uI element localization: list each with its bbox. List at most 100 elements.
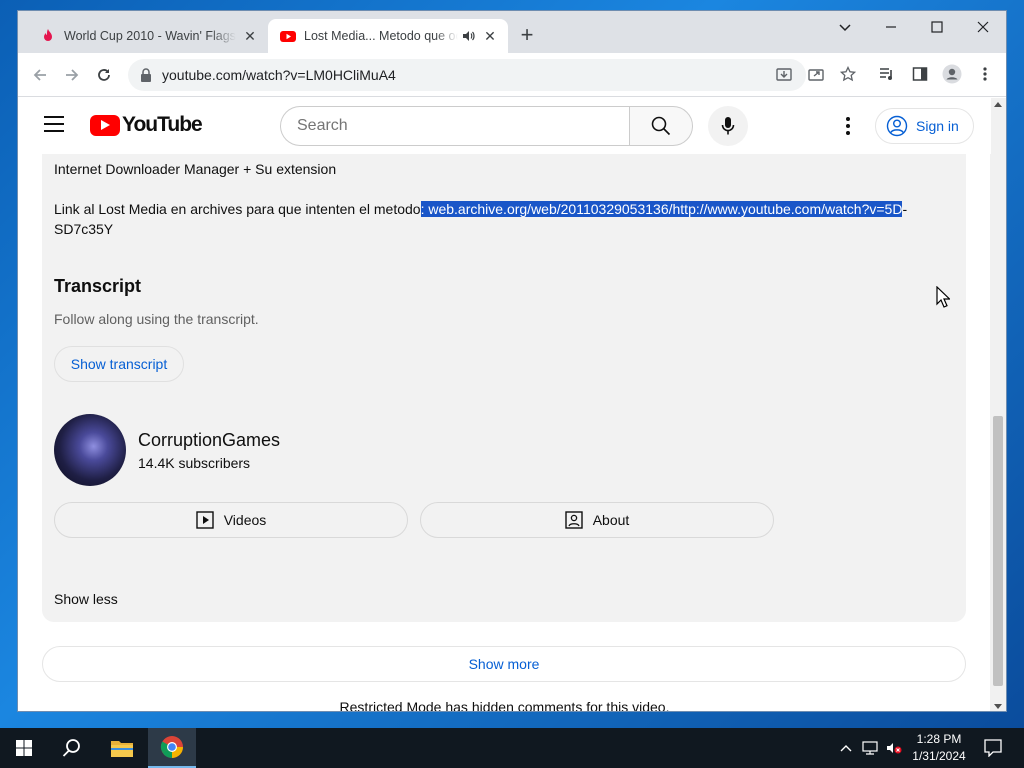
scroll-down-arrow[interactable] [994,704,1002,709]
search-icon [62,739,80,757]
bookmark-button[interactable] [837,63,859,85]
settings-menu-button[interactable] [836,114,860,138]
browser-window: World Cup 2010 - Wavin' Flags & ✕ Lost M… [17,10,1007,712]
media-control-button[interactable] [876,63,898,85]
youtube-icon [280,31,296,42]
fire-icon [44,29,52,41]
clock-time: 1:28 PM [916,732,962,746]
transcript-subtitle: Follow along using the transcript. [54,311,259,327]
sign-in-label: Sign in [916,118,959,134]
mouse-cursor-icon [936,286,950,308]
network-icon [862,741,878,755]
url-text: youtube.com/watch?v=LM0HCliMuA4 [162,67,396,83]
close-window-button[interactable] [960,11,1006,43]
youtube-play-icon [90,114,120,136]
page-content: YouTube Search Sign in Internet Download… [18,98,991,712]
description-line: Internet Downloader Manager + Su extensi… [54,161,337,177]
subscriber-count: 14.4K subscribers [138,455,251,471]
microphone-icon [721,117,735,135]
more-vert-icon [983,67,987,81]
reload-button[interactable] [92,63,116,87]
restricted-mode-notice: Restricted Mode has hidden comments for … [339,699,670,712]
search-placeholder: Search [297,117,348,134]
install-app-button[interactable] [773,63,795,85]
forward-button[interactable] [60,63,84,87]
videos-label: Videos [223,512,267,528]
voice-search-button[interactable] [708,106,748,146]
windows-taskbar: 1:28 PM 1/31/2024 [0,728,1024,768]
new-tab-button[interactable]: + [516,24,538,47]
tab-lost-media[interactable]: Lost Media... Metodo que oc ✕ [268,19,508,53]
about-label: About [592,512,630,528]
minimize-icon [886,26,896,28]
youtube-logo[interactable]: YouTube [90,113,203,137]
speaker-muted-icon [887,743,902,754]
tab-title: Lost Media... Metodo que oc [304,29,458,43]
start-button[interactable] [0,728,48,768]
maximize-icon [931,21,943,33]
windows-logo-icon [16,740,32,756]
profile-button[interactable] [941,63,963,85]
description-line: Link al Lost Media en archives para que … [54,201,907,217]
reload-icon [98,69,110,81]
speaker-icon[interactable] [462,29,476,43]
address-bar[interactable]: youtube.com/watch?v=LM0HCliMuA4 [128,59,806,91]
maximize-button[interactable] [914,11,960,43]
chrome-taskbar-button[interactable] [148,728,196,768]
search-input[interactable]: Search [280,106,630,146]
file-explorer-button[interactable] [98,728,146,768]
tab-world-cup[interactable]: World Cup 2010 - Wavin' Flags & ✕ [28,19,268,53]
share-button[interactable] [805,63,827,85]
tab-search-button[interactable] [822,11,868,43]
youtube-wordmark: YouTube [122,113,203,136]
arrow-left-icon [33,69,46,81]
description-text: - [902,201,908,217]
search-button[interactable] [629,106,693,146]
arrow-right-icon [66,69,79,81]
sign-in-button[interactable]: Sign in [875,108,974,144]
side-panel-button[interactable] [909,63,931,85]
search-taskbar-button[interactable] [48,728,96,768]
volume-button[interactable] [884,728,904,768]
back-button[interactable] [28,63,52,87]
minimize-button[interactable] [868,11,914,43]
show-more-button[interactable]: Show more [42,646,966,682]
transcript-title: Transcript [54,276,142,296]
scroll-up-arrow[interactable] [994,102,1002,107]
profile-icon [942,64,962,84]
chrome-menu-button[interactable] [974,63,996,85]
playlist-icon [880,68,892,80]
chevron-up-icon [840,745,852,752]
description-text: Link al Lost Media en archives para que … [54,201,421,217]
description-line[interactable]: SD7c35Y [54,221,113,237]
about-button[interactable]: About [420,502,774,538]
archive-link-selected[interactable]: : web.archive.org/web/20110329053136/htt… [420,201,903,217]
close-icon[interactable]: ✕ [482,28,498,44]
taskbar-clock[interactable]: 1:28 PM 1/31/2024 [904,731,974,765]
play-box-icon [196,511,214,529]
avatar[interactable] [54,414,126,486]
show-less-link[interactable]: Show less [54,591,118,607]
action-center-button[interactable] [978,728,1008,768]
download-icon [776,68,792,81]
close-icon[interactable]: ✕ [242,28,258,44]
page-scrollbar[interactable] [990,98,1006,711]
channel-name[interactable]: CorruptionGames [138,430,280,451]
notification-icon [984,739,1002,757]
side-panel-icon [912,67,928,81]
clock-date: 1/31/2024 [912,749,966,763]
folder-icon [111,741,133,757]
star-icon [840,66,856,82]
network-button[interactable] [860,728,880,768]
scroll-thumb[interactable] [993,416,1003,686]
browser-toolbar: youtube.com/watch?v=LM0HCliMuA4 [18,53,1006,97]
lock-icon [141,68,151,82]
tab-title: World Cup 2010 - Wavin' Flags & [64,29,236,43]
close-icon [977,21,989,33]
menu-icon[interactable] [44,116,64,132]
search-icon [651,116,671,136]
tab-strip: World Cup 2010 - Wavin' Flags & ✕ Lost M… [18,11,1006,53]
show-transcript-button[interactable]: Show transcript [54,346,184,382]
show-hidden-icons-button[interactable] [836,728,856,768]
videos-button[interactable]: Videos [54,502,408,538]
